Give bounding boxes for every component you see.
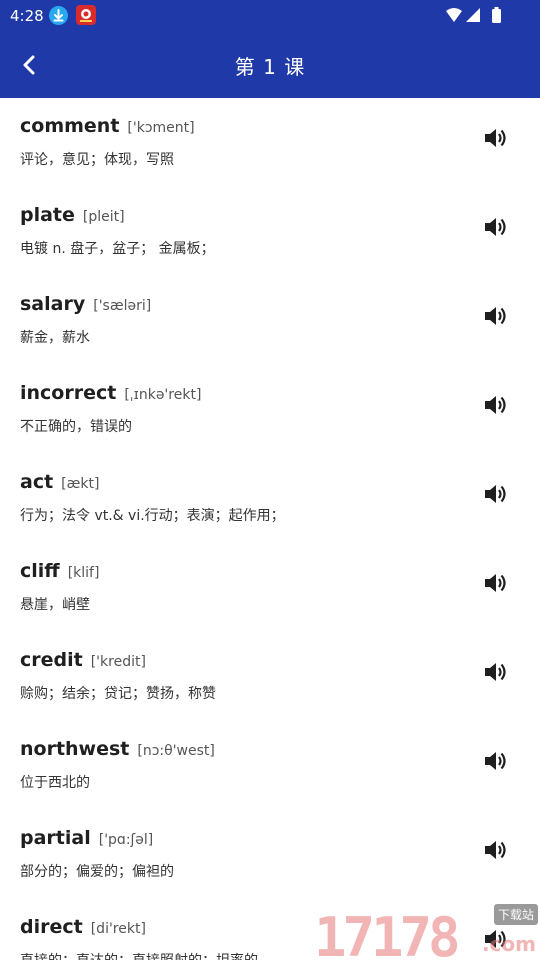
- speaker-icon[interactable]: [482, 126, 508, 150]
- word-text: salary: [20, 293, 86, 315]
- word-meaning: 部分的；偏爱的；偏袒的: [20, 864, 174, 880]
- word-list-item[interactable]: incorrect [ˌɪnkə'rekt] 不正确的，错误的: [0, 365, 540, 454]
- word-phonetic: [klif]: [67, 565, 100, 581]
- status-indicators: [444, 6, 510, 26]
- word-list-item[interactable]: comment ['kɔment] 评论，意见；体现，写照: [0, 98, 540, 187]
- word-meaning: 位于西北的: [20, 775, 90, 791]
- word-phonetic: [pleit]: [82, 209, 125, 225]
- word-text: plate: [20, 204, 75, 226]
- speaker-icon[interactable]: [482, 304, 508, 328]
- speaker-icon[interactable]: [482, 838, 508, 862]
- page-title: 第 1 课: [234, 55, 306, 79]
- word-phonetic: ['pɑ:ʃəl]: [98, 832, 154, 848]
- battery-icon: [492, 7, 501, 23]
- app-header: 4:28 第 1 课: [0, 0, 540, 98]
- status-time: 4:28: [10, 7, 44, 25]
- speaker-icon[interactable]: [482, 393, 508, 417]
- word-list-item[interactable]: act [ækt] 行为；法令 vt.& vi.行动；表演；起作用；: [0, 454, 540, 543]
- download-icon: [49, 6, 68, 25]
- word-text: act: [20, 471, 54, 493]
- status-bar: 4:28: [0, 0, 540, 32]
- watermark-badge: 下载站: [493, 904, 538, 925]
- word-phonetic: [nɔ:θ'west]: [137, 743, 215, 759]
- word-phonetic: [di'rekt]: [90, 921, 146, 937]
- word-list: comment ['kɔment] 评论，意见；体现，写照 plate [pleit…: [0, 98, 540, 960]
- watermark-suffix: .com: [481, 932, 536, 956]
- word-list-item[interactable]: credit ['kredit] 赊购；结余；贷记；赞扬，称赞: [0, 632, 540, 721]
- speaker-icon[interactable]: [482, 482, 508, 506]
- word-phonetic: ['sæləri]: [93, 298, 152, 314]
- speaker-icon[interactable]: [482, 571, 508, 595]
- word-meaning: 电镀 n. 盘子，盆子； 金属板；: [20, 241, 215, 257]
- word-meaning: 赊购；结余；贷记；赞扬，称赞: [20, 686, 216, 702]
- word-list-item[interactable]: salary ['sæləri] 薪金，薪水: [0, 276, 540, 365]
- word-phonetic: [ˌɪnkə'rekt]: [124, 387, 202, 403]
- word-meaning: 不正确的，错误的: [20, 419, 132, 435]
- signal-icon: [466, 8, 480, 22]
- word-list-item[interactable]: northwest [nɔ:θ'west] 位于西北的: [0, 721, 540, 810]
- word-list-item[interactable]: plate [pleit] 电镀 n. 盘子，盆子； 金属板；: [0, 187, 540, 276]
- word-meaning: 行为；法令 vt.& vi.行动；表演；起作用；: [20, 508, 285, 524]
- app-notification-icon: [76, 5, 96, 25]
- word-phonetic: [ækt]: [61, 476, 100, 492]
- word-text: incorrect: [20, 382, 117, 404]
- word-text: partial: [20, 827, 91, 849]
- word-text: direct: [20, 916, 83, 938]
- word-phonetic: ['kɔment]: [127, 120, 195, 136]
- speaker-icon[interactable]: [482, 749, 508, 773]
- speaker-icon[interactable]: [482, 215, 508, 239]
- word-text: comment: [20, 115, 120, 137]
- word-list-item[interactable]: partial ['pɑ:ʃəl] 部分的；偏爱的；偏袒的: [0, 810, 540, 899]
- word-text: cliff: [20, 560, 60, 582]
- wifi-icon: [446, 8, 462, 22]
- speaker-icon[interactable]: [482, 660, 508, 684]
- word-list-item[interactable]: cliff [klif] 悬崖，峭壁: [0, 543, 540, 632]
- word-phonetic: ['kredit]: [90, 654, 146, 670]
- word-meaning: 薪金，薪水: [20, 330, 90, 346]
- word-text: credit: [20, 649, 83, 671]
- word-meaning: 直接的；直达的；直接照射的；坦率的: [20, 950, 258, 960]
- word-meaning: 评论，意见；体现，写照: [20, 152, 174, 168]
- watermark-text: 17178: [314, 906, 461, 960]
- word-text: northwest: [20, 738, 130, 760]
- site-watermark: 17178 下载站 .com: [314, 900, 540, 960]
- word-meaning: 悬崖，峭壁: [20, 597, 90, 613]
